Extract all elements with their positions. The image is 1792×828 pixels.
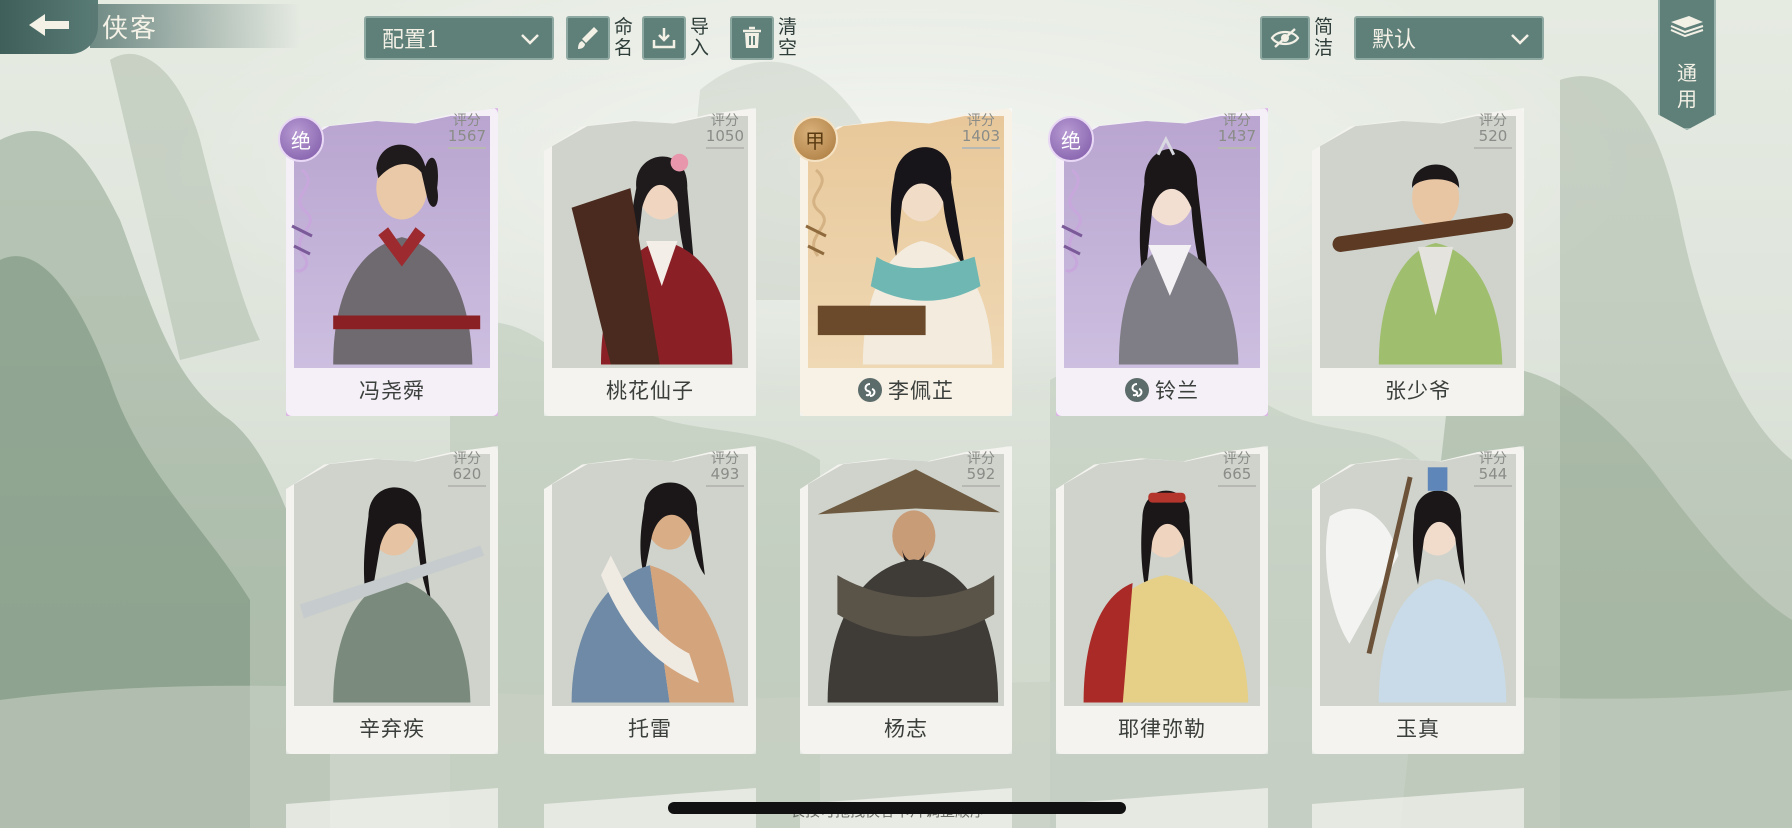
hero-card-7[interactable]: 评分 493 托雷 xyxy=(544,446,756,754)
score-value: 620 xyxy=(452,465,482,483)
rename-button[interactable]: 命名 xyxy=(566,16,636,60)
hero-name: 耶律弥勒 xyxy=(1118,717,1206,741)
sect-swirl-icon xyxy=(1061,168,1083,273)
clear-label: 清空 xyxy=(778,16,798,59)
hero-card-5[interactable]: 评分 520 张少爷 xyxy=(1312,108,1524,416)
hero-portrait xyxy=(1320,454,1516,706)
score-value: 665 xyxy=(1222,465,1252,483)
hero-portrait xyxy=(552,116,748,368)
page-title: 侠客 xyxy=(102,13,159,44)
simple-mode-label: 简洁 xyxy=(1314,16,1334,59)
rank-badge: 甲 xyxy=(792,116,838,162)
hero-card-3[interactable]: 甲 评分 1403 李佩芷 xyxy=(792,108,1012,416)
page-title-strip: 侠客 xyxy=(90,4,300,48)
hero-name: 玉真 xyxy=(1396,717,1440,741)
brush-icon xyxy=(566,16,610,60)
hero-card-1[interactable]: 绝 评分 1567 冯尧舜 xyxy=(278,108,498,416)
back-button[interactable] xyxy=(0,0,98,54)
general-tab-button[interactable]: 通用 xyxy=(1658,0,1716,130)
score-value: 1050 xyxy=(705,127,744,145)
home-indicator[interactable] xyxy=(668,802,1126,814)
sect-swirl-icon xyxy=(291,168,313,273)
rank-badge: 绝 xyxy=(1048,116,1094,162)
rank-badge: 绝 xyxy=(278,116,324,162)
score-value: 1437 xyxy=(1217,127,1256,145)
hero-name: 辛弃疾 xyxy=(359,717,425,741)
import-button[interactable]: 导入 xyxy=(642,16,712,60)
score-value: 520 xyxy=(1478,127,1508,145)
hero-card-8[interactable]: 评分 592 杨志 xyxy=(800,446,1012,754)
download-icon xyxy=(642,16,686,60)
sect-emblem-icon xyxy=(858,378,882,402)
hero-name: 托雷 xyxy=(628,717,672,741)
eye-slash-icon xyxy=(1260,16,1310,60)
config-select[interactable]: 配置1 xyxy=(364,16,554,60)
simple-mode-button[interactable]: 简洁 xyxy=(1260,16,1336,60)
hero-name: 杨志 xyxy=(884,717,928,741)
sect-emblem-icon xyxy=(1125,378,1149,402)
score-value: 493 xyxy=(710,465,740,483)
general-label: 通用 xyxy=(1677,61,1697,111)
hero-portrait xyxy=(808,454,1004,706)
hero-portrait xyxy=(294,454,490,706)
score-value: 1567 xyxy=(447,127,486,145)
hero-portrait xyxy=(552,454,748,706)
hero-portrait xyxy=(1320,116,1516,368)
chevron-down-icon xyxy=(520,26,540,51)
hero-name: 张少爷 xyxy=(1385,379,1451,403)
hero-card-2[interactable]: 评分 1050 桃花仙子 xyxy=(544,108,756,416)
import-label: 导入 xyxy=(690,16,710,59)
sect-swirl-icon xyxy=(805,168,827,257)
trash-icon xyxy=(730,16,774,60)
hero-name: 桃花仙子 xyxy=(606,379,694,403)
clear-button[interactable]: 清空 xyxy=(730,16,800,60)
hero-name: 冯尧舜 xyxy=(359,379,425,403)
hero-card-10[interactable]: 评分 544 玉真 xyxy=(1312,446,1524,754)
config-select-value: 配置1 xyxy=(382,28,440,53)
hero-portrait xyxy=(1064,454,1260,706)
sort-select[interactable]: 默认 xyxy=(1354,16,1544,60)
score-value: 544 xyxy=(1478,465,1508,483)
hero-card-9[interactable]: 评分 665 耶律弥勒 xyxy=(1056,446,1268,754)
rename-label: 命名 xyxy=(614,16,634,59)
hero-card-4[interactable]: 绝 评分 1437 铃兰 xyxy=(1048,108,1268,416)
hero-name: 李佩芷 xyxy=(888,379,954,403)
hero-card-6[interactable]: 评分 620 辛弃疾 xyxy=(286,446,498,754)
score-value: 592 xyxy=(966,465,996,483)
chevron-down-icon xyxy=(1510,26,1530,51)
score-value: 1403 xyxy=(961,127,1000,145)
back-arrow-icon xyxy=(25,10,73,44)
book-icon xyxy=(1667,12,1707,46)
hero-name: 铃兰 xyxy=(1155,379,1199,403)
sort-select-value: 默认 xyxy=(1372,28,1417,53)
